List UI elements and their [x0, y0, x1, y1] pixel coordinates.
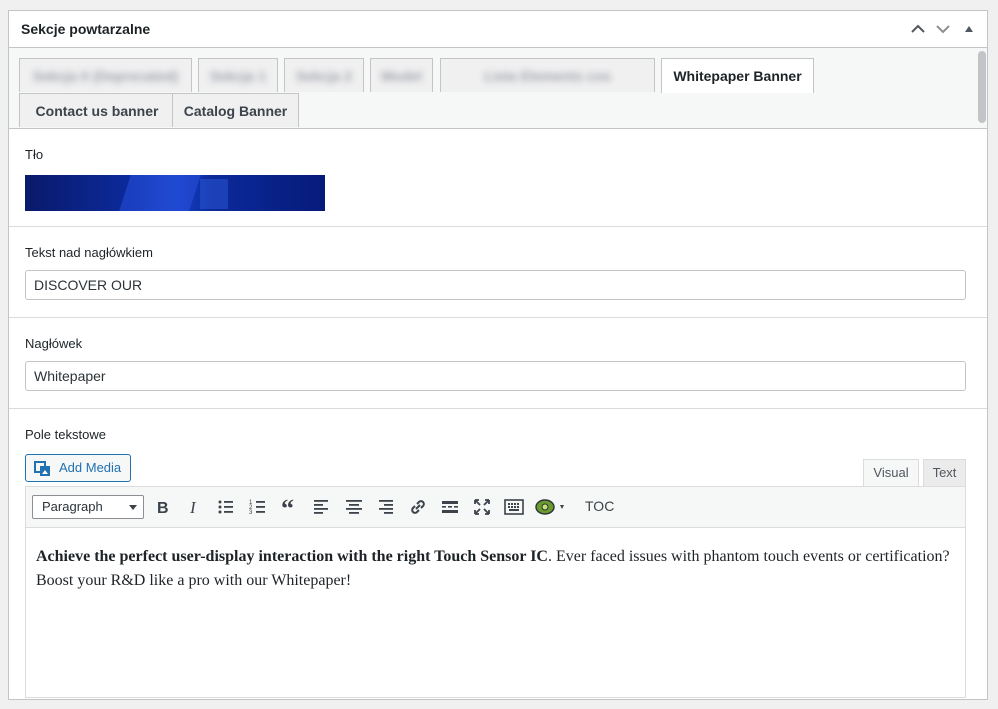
tabs-scrollbar[interactable] [978, 51, 986, 123]
heading-field: Nagłówek Whitepaper [9, 318, 987, 409]
heading-input[interactable]: Whitepaper [25, 361, 966, 391]
link-button[interactable] [407, 496, 429, 518]
italic-button[interactable]: I [183, 496, 205, 518]
panel-title: Sekcje powtarzalne [21, 21, 151, 37]
textarea-label: Pole tekstowe [25, 427, 106, 442]
textarea-field: Pole tekstowe Add Media Visual Text Para… [9, 409, 987, 709]
media-icon [34, 461, 50, 476]
bold-button[interactable]: B [151, 496, 173, 518]
blockquote-icon: “ [281, 496, 294, 518]
read-more-icon [442, 501, 458, 513]
numbered-list-icon: 1 2 3 [249, 500, 265, 516]
chevron-down-icon [936, 25, 950, 34]
svg-text:3: 3 [249, 510, 253, 516]
toggle-panel-button[interactable] [957, 17, 981, 41]
add-media-label: Add Media [59, 460, 122, 475]
bold-icon: B [157, 500, 169, 517]
tab-visual[interactable]: Visual [863, 459, 919, 486]
tab-whitepaper-banner[interactable]: Whitepaper Banner [661, 58, 814, 93]
fullscreen-button[interactable] [471, 496, 493, 518]
overline-input[interactable]: DISCOVER OUR [25, 270, 966, 300]
preview-shape [119, 175, 201, 211]
toolbar-toggle-button[interactable] [503, 496, 525, 518]
bullet-list-icon [218, 500, 233, 514]
editor-content-bold: Achieve the perfect user-display interac… [36, 548, 548, 565]
svg-text:B: B [157, 500, 169, 517]
align-right-button[interactable] [375, 496, 397, 518]
move-down-button[interactable] [931, 17, 955, 41]
format-select[interactable]: Paragraph [32, 495, 144, 519]
format-select-value: Paragraph [42, 499, 103, 514]
toolbar-toggle-icon [504, 499, 524, 515]
tab-section-1[interactable]: Sekcja 1 [198, 58, 278, 92]
align-left-button[interactable] [311, 496, 333, 518]
italic-icon: I [189, 498, 197, 517]
overline-field: Tekst nad nagłówkiem DISCOVER OUR [9, 227, 987, 318]
link-icon [411, 500, 425, 514]
triangle-up-icon [965, 26, 973, 32]
toc-button[interactable]: TOC [585, 498, 614, 514]
numbered-list-button[interactable]: 1 2 3 [247, 496, 269, 518]
add-media-button[interactable]: Add Media [25, 454, 131, 482]
align-center-button[interactable] [343, 496, 365, 518]
blockquote-button[interactable]: “ [279, 496, 301, 518]
svg-text:“: “ [281, 496, 294, 518]
bullet-list-button[interactable] [215, 496, 237, 518]
overline-label: Tekst nad nagłówkiem [25, 245, 153, 260]
read-more-button[interactable] [439, 496, 461, 518]
background-image-preview[interactable] [25, 175, 325, 211]
chevron-down-icon [129, 505, 137, 510]
heading-label: Nagłówek [25, 336, 83, 351]
editor-content[interactable]: Achieve the perfect user-display interac… [25, 528, 966, 698]
background-label: Tło [25, 147, 44, 162]
preview-shape [200, 179, 228, 209]
tab-catalog-banner[interactable]: Catalog Banner [172, 93, 299, 127]
tab-section-4[interactable]: Lista Elements cos [440, 58, 655, 92]
plugin-dropdown-button[interactable] [534, 496, 572, 518]
tab-section-2[interactable]: Sekcja 2 [284, 58, 364, 92]
fullscreen-icon [474, 499, 490, 515]
tab-text[interactable]: Text [923, 459, 966, 486]
tab-section-3[interactable]: Model [370, 58, 433, 92]
align-left-icon [314, 500, 328, 514]
align-center-icon [346, 500, 362, 514]
plugin-icon [535, 499, 564, 515]
panel-header: Sekcje powtarzalne [9, 11, 987, 48]
editor-toolbar: Paragraph B I 1 2 3 “ TOC [25, 486, 966, 528]
tab-section-0[interactable]: Sekcja 0 (Deprecated) [19, 58, 192, 92]
chevron-up-icon [911, 24, 925, 33]
move-up-button[interactable] [906, 17, 930, 41]
background-field: Tło [9, 129, 987, 227]
repeatable-sections-panel: Sekcje powtarzalne Sekcja 0 (Deprecated)… [8, 10, 988, 700]
svg-text:I: I [189, 498, 197, 517]
align-right-icon [379, 500, 393, 514]
section-tabs: Sekcja 0 (Deprecated) Sekcja 1 Sekcja 2 … [9, 48, 987, 129]
tab-contact-us-banner[interactable]: Contact us banner [19, 93, 175, 127]
